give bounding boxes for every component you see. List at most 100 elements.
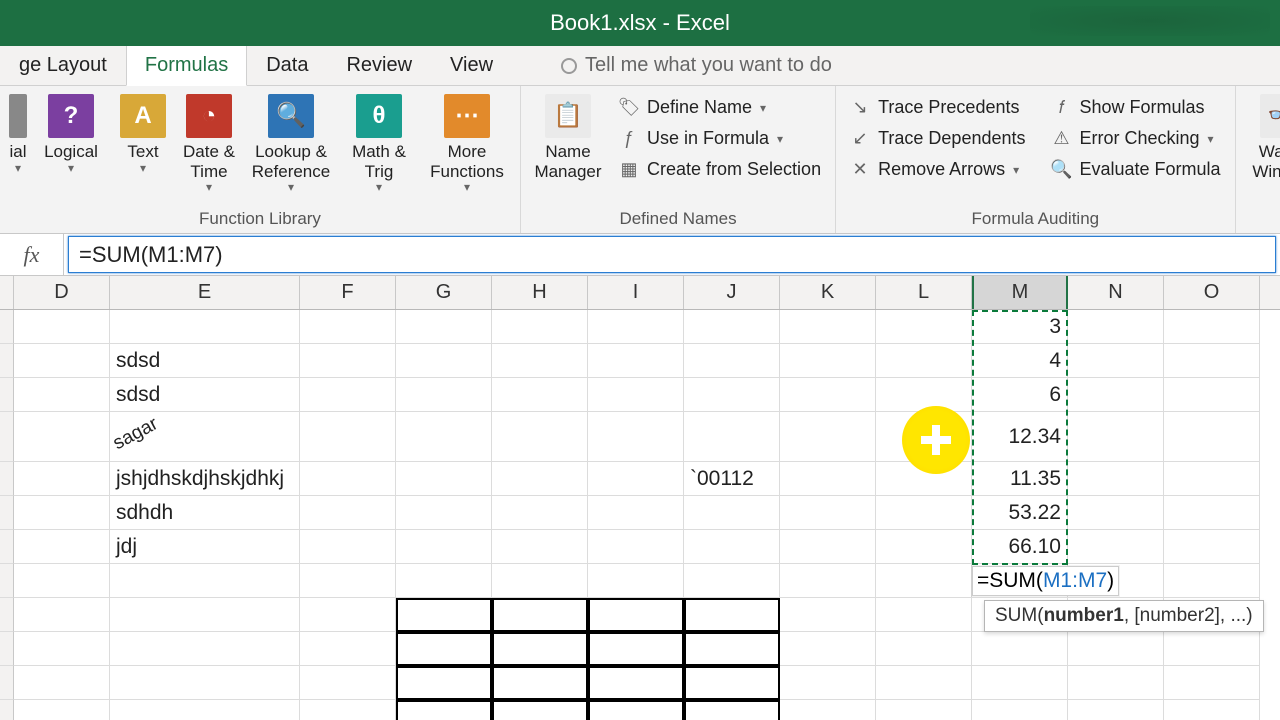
cell[interactable]: 12.34 [972,412,1068,462]
tab-review[interactable]: Review [327,45,431,85]
col-header-G[interactable]: G [396,276,492,309]
cell[interactable] [876,462,972,496]
cell[interactable] [684,344,780,378]
cell[interactable] [588,530,684,564]
cell[interactable] [588,378,684,412]
cell[interactable]: 53.22 [972,496,1068,530]
cell[interactable] [14,598,110,632]
cell[interactable]: jdj [110,530,300,564]
cell[interactable] [492,530,588,564]
cell[interactable] [780,344,876,378]
spreadsheet-grid[interactable]: D E F G H I J K L M N O 3 [0,276,1280,720]
cell[interactable] [588,632,684,666]
cell[interactable] [1164,496,1260,530]
cell[interactable] [396,564,492,598]
cell[interactable] [396,530,492,564]
cell[interactable] [780,666,876,700]
cell[interactable] [972,666,1068,700]
cell[interactable] [1164,632,1260,666]
cell[interactable] [300,310,396,344]
cell[interactable] [588,344,684,378]
cell[interactable] [492,378,588,412]
use-in-formula-button[interactable]: ƒ Use in Formula ▾ [613,125,827,152]
error-checking-button[interactable]: ⚠ Error Checking ▾ [1046,125,1227,152]
cell[interactable] [1068,700,1164,720]
col-header-H[interactable]: H [492,276,588,309]
col-header-K[interactable]: K [780,276,876,309]
cell[interactable] [876,666,972,700]
cell[interactable] [876,564,972,598]
cell[interactable]: sdsd [110,378,300,412]
cell[interactable] [300,632,396,666]
tab-view[interactable]: View [431,45,512,85]
cell[interactable] [300,700,396,720]
cell[interactable] [684,496,780,530]
cell[interactable] [492,632,588,666]
cell[interactable] [1068,632,1164,666]
cell[interactable] [1164,530,1260,564]
col-header-M[interactable]: M [972,276,1068,309]
col-header-L[interactable]: L [876,276,972,309]
cell[interactable] [780,564,876,598]
cell[interactable] [492,700,588,720]
tab-data[interactable]: Data [247,45,327,85]
cell[interactable] [300,378,396,412]
cell[interactable] [14,310,110,344]
cell[interactable] [780,632,876,666]
evaluate-formula-button[interactable]: 🔍 Evaluate Formula [1046,156,1227,183]
cell[interactable] [14,700,110,720]
cell[interactable] [876,530,972,564]
cell[interactable] [1068,666,1164,700]
cell[interactable] [1164,310,1260,344]
insert-function-button[interactable]: fx [0,234,64,275]
cell[interactable] [14,378,110,412]
math-trig-button[interactable]: θ Math & Trig ▾ [340,92,418,195]
cell[interactable] [588,700,684,720]
define-name-button[interactable]: 🏷 Define Name ▾ [613,94,827,121]
cell[interactable] [684,666,780,700]
cell[interactable] [684,310,780,344]
cell[interactable] [780,496,876,530]
cell[interactable]: `00112 [684,462,780,496]
cell[interactable] [396,666,492,700]
cell[interactable]: sagar [110,412,300,462]
cell[interactable] [300,462,396,496]
cell[interactable] [492,666,588,700]
cell[interactable] [684,632,780,666]
tab-formulas[interactable]: Formulas [126,45,247,86]
cell[interactable] [876,496,972,530]
cell[interactable] [14,564,110,598]
cell[interactable] [14,344,110,378]
col-header-O[interactable]: O [1164,276,1260,309]
col-header-F[interactable]: F [300,276,396,309]
logical-button[interactable]: ? Logical ▾ [32,92,110,195]
cell[interactable] [876,412,972,462]
tell-me-search[interactable]: Tell me what you want to do [542,45,851,85]
text-button[interactable]: A Text ▾ [114,92,172,195]
cell[interactable] [396,496,492,530]
cell[interactable] [780,462,876,496]
cell[interactable] [876,310,972,344]
cell[interactable]: 6 [972,378,1068,412]
cell[interactable] [110,598,300,632]
cell[interactable] [300,598,396,632]
account-area[interactable] [1030,6,1270,36]
cell[interactable] [300,412,396,462]
cell[interactable] [300,666,396,700]
in-cell-editor[interactable]: =SUM(M1:M7) [972,566,1119,596]
cell[interactable] [876,598,972,632]
cell[interactable] [396,378,492,412]
more-functions-button[interactable]: ⋯ More Functions ▾ [422,92,512,195]
cell[interactable] [780,412,876,462]
date-time-button[interactable]: ◔ Date & Time ▾ [176,92,242,195]
cell[interactable] [684,378,780,412]
tab-page-layout[interactable]: ge Layout [0,45,126,85]
cell[interactable] [14,530,110,564]
cell[interactable] [588,666,684,700]
cell[interactable] [1164,378,1260,412]
name-manager-button[interactable]: 📋 Name Manager [529,92,607,183]
cell[interactable] [396,462,492,496]
cell[interactable]: sdhdh [110,496,300,530]
col-header-E[interactable]: E [110,276,300,309]
show-formulas-button[interactable]: 𝑓 Show Formulas [1046,94,1227,121]
